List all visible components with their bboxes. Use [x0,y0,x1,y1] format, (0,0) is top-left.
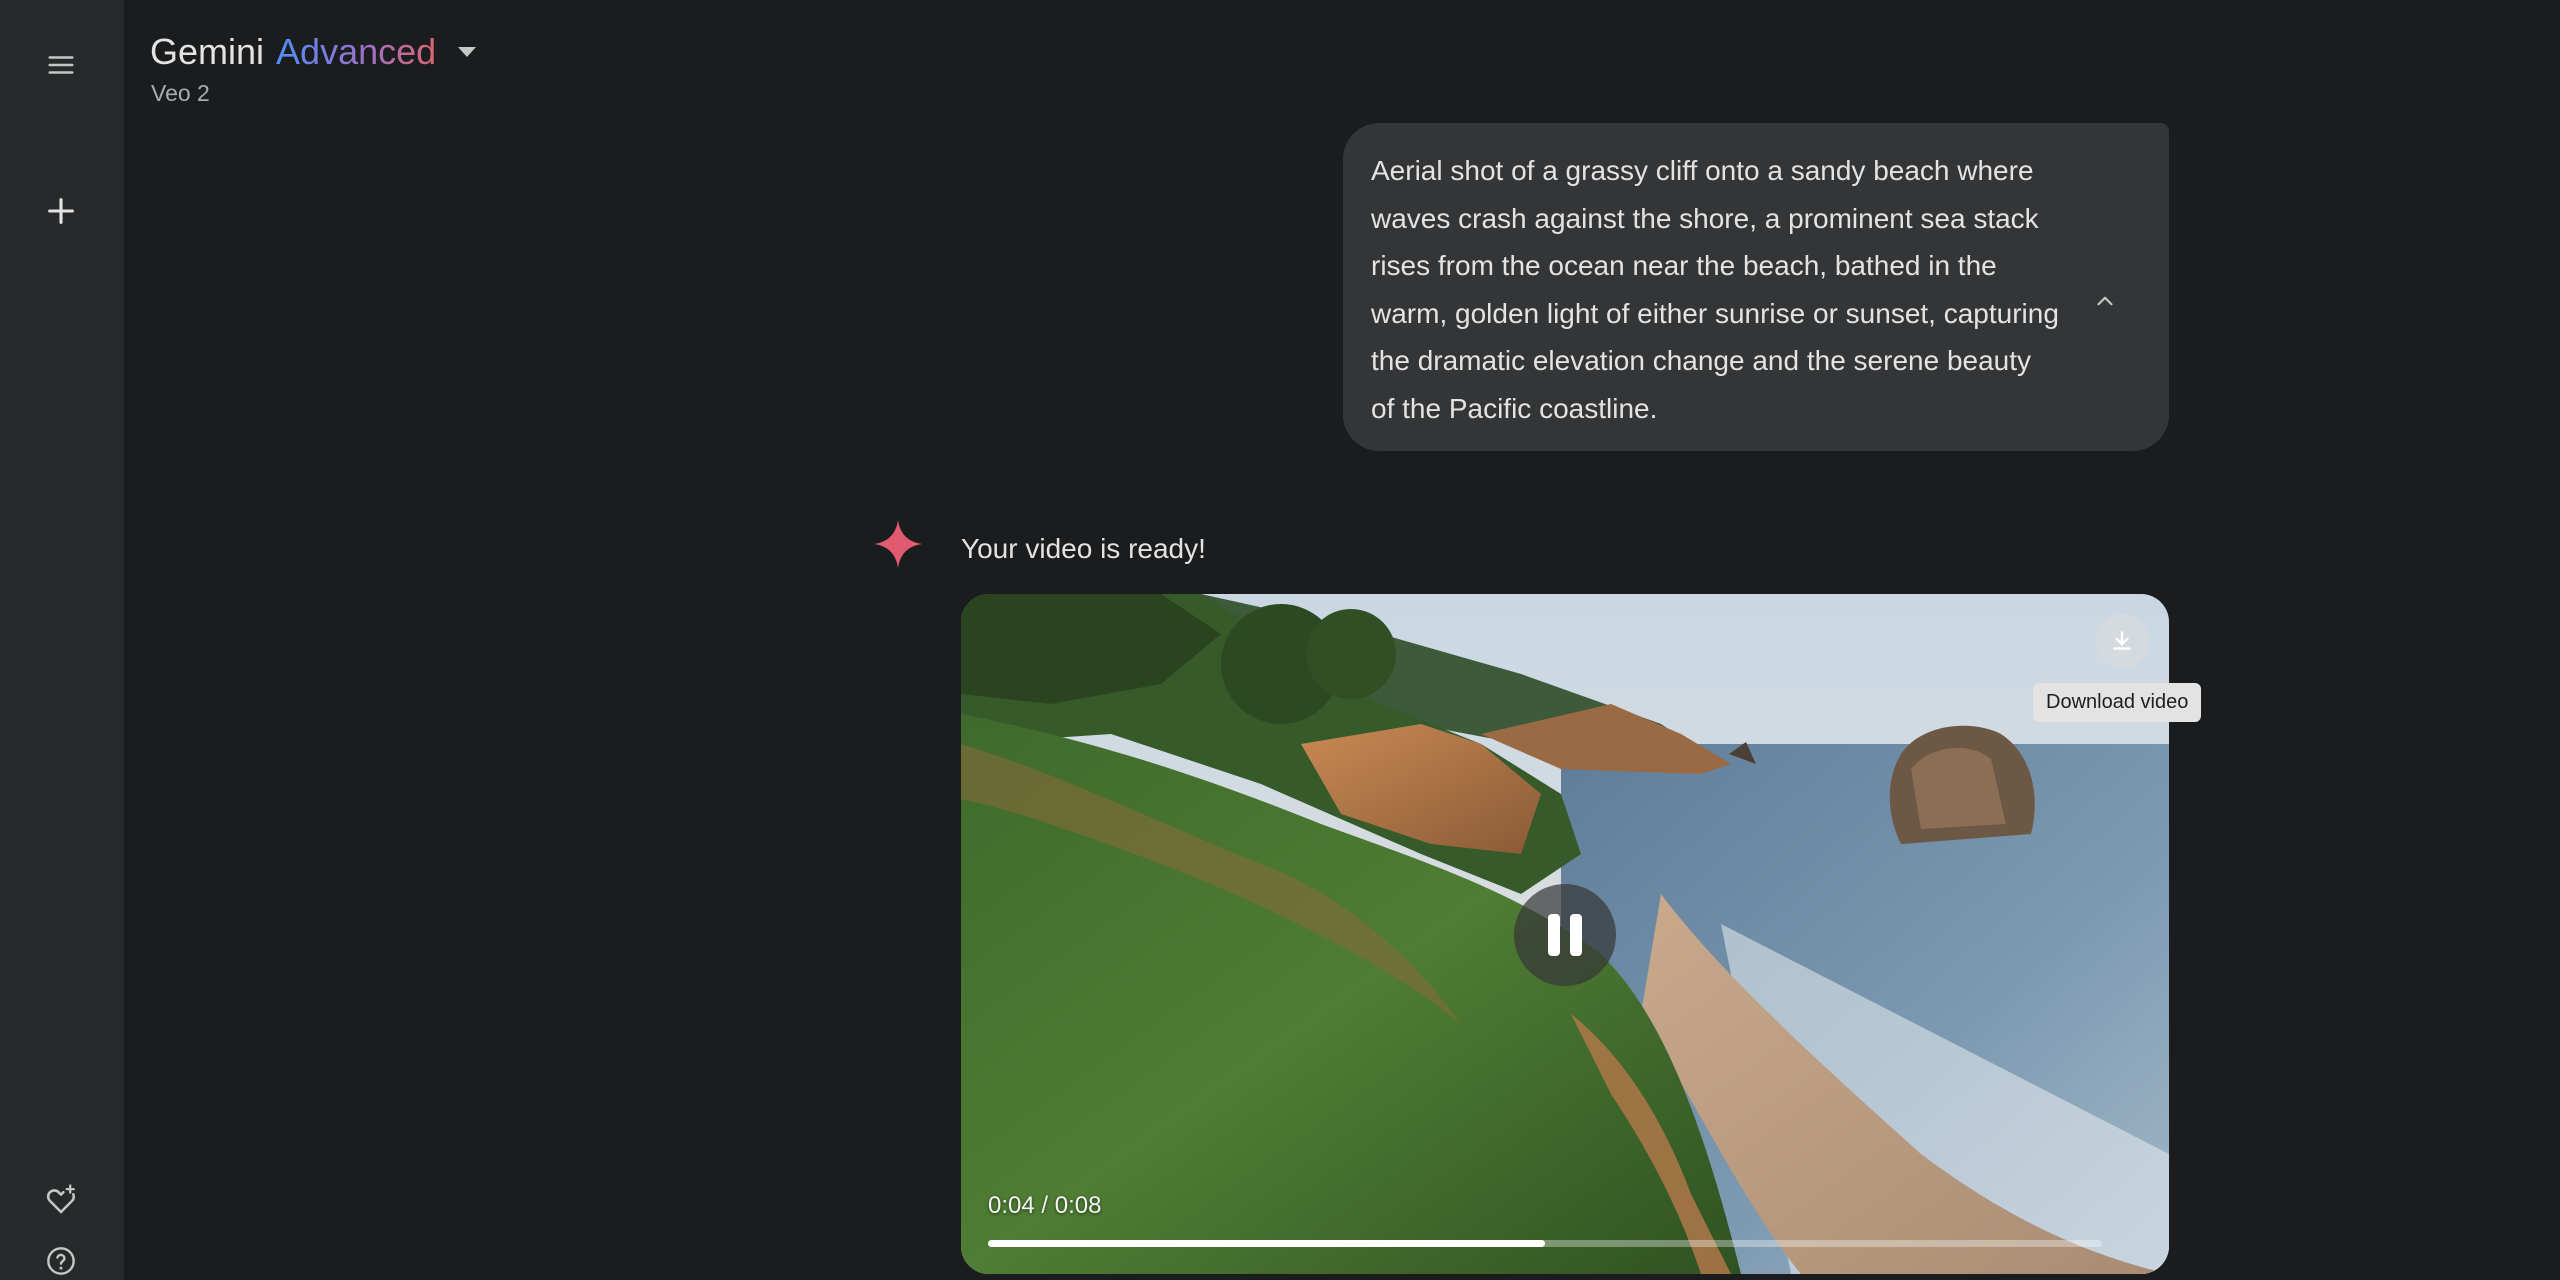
video-player[interactable]: 0:04 / 0:08 [961,594,2169,1274]
brand-tier: Advanced [276,28,436,76]
caret-down-icon [458,47,477,57]
user-prompt-bubble: Aerial shot of a grassy cliff onto a san… [1343,123,2169,451]
help-button[interactable] [32,1232,90,1280]
gem-manager-button[interactable] [32,1171,90,1229]
menu-icon [48,56,74,74]
app-header: Gemini Advanced Veo 2 [150,28,484,107]
download-tooltip: Download video [2033,683,2202,722]
gemini-spark-icon [874,520,922,568]
video-progress-bar[interactable] [988,1240,2102,1247]
model-name: Veo 2 [151,80,210,106]
collapse-prompt-button[interactable] [2081,277,2129,325]
download-video-button[interactable] [2095,614,2149,668]
chevron-up-icon [2097,296,2113,306]
model-dropdown-button[interactable] [450,35,484,69]
model-switcher[interactable]: Gemini Advanced [150,28,484,76]
help-icon [47,1247,75,1275]
response-text: Your video is ready! [961,533,1206,564]
video-time-display: 0:04 / 0:08 [988,1192,1102,1219]
gem-icon [46,1184,76,1214]
video-progress-fill [988,1240,1545,1247]
download-icon [2113,631,2131,650]
pause-icon [1548,914,1582,956]
main-menu-button[interactable] [32,36,90,94]
user-prompt-text: Aerial shot of a grassy cliff onto a san… [1371,155,2059,424]
sidebar [0,0,124,1280]
brand-name: Gemini [150,31,265,72]
plus-icon [48,198,74,224]
pause-button[interactable] [1514,884,1616,986]
new-chat-button[interactable] [32,182,90,240]
